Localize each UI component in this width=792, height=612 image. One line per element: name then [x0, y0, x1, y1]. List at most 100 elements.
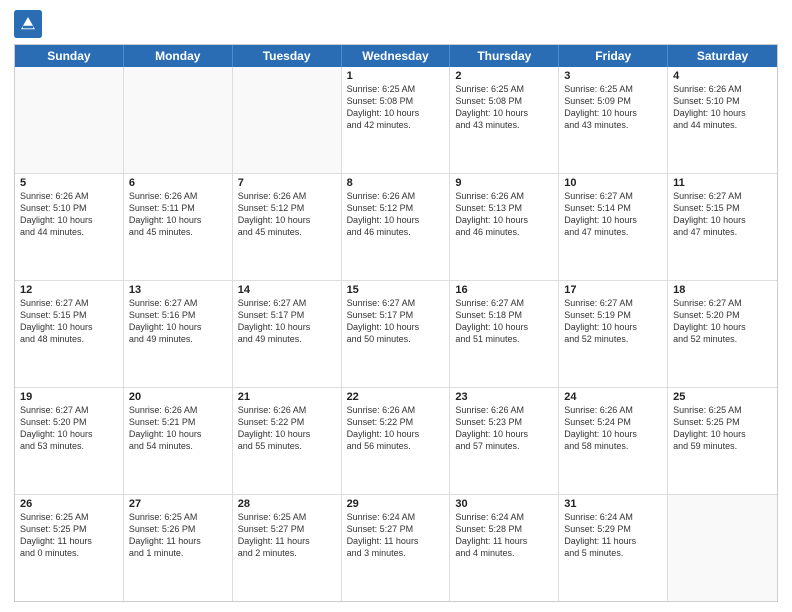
cell-info-line: Daylight: 10 hours [564, 321, 662, 333]
cell-info-line: Sunset: 5:10 PM [673, 95, 772, 107]
cell-info-line: Sunrise: 6:27 AM [673, 297, 772, 309]
cell-info-line: Daylight: 10 hours [455, 428, 553, 440]
day-number: 20 [129, 391, 227, 403]
cell-info-line: Sunrise: 6:25 AM [20, 511, 118, 523]
cell-info-line: Sunset: 5:20 PM [673, 309, 772, 321]
cell-info-line: Sunset: 5:28 PM [455, 523, 553, 535]
day-cell-14: 14Sunrise: 6:27 AMSunset: 5:17 PMDayligh… [233, 281, 342, 387]
cell-info-line: Sunset: 5:29 PM [564, 523, 662, 535]
cell-info-line: Sunset: 5:21 PM [129, 416, 227, 428]
cell-info-line: Sunset: 5:20 PM [20, 416, 118, 428]
cell-info-line: Sunrise: 6:27 AM [238, 297, 336, 309]
cell-info-line: Sunset: 5:23 PM [455, 416, 553, 428]
day-cell-17: 17Sunrise: 6:27 AMSunset: 5:19 PMDayligh… [559, 281, 668, 387]
cell-info-line: Daylight: 10 hours [347, 428, 445, 440]
cell-info-line: Sunset: 5:12 PM [238, 202, 336, 214]
day-number: 8 [347, 177, 445, 189]
cell-info-line: Daylight: 10 hours [129, 214, 227, 226]
day-number: 24 [564, 391, 662, 403]
day-cell-10: 10Sunrise: 6:27 AMSunset: 5:14 PMDayligh… [559, 174, 668, 280]
cell-info-line: Daylight: 11 hours [238, 535, 336, 547]
cell-info-line: Sunrise: 6:26 AM [347, 404, 445, 416]
cell-info-line: Daylight: 10 hours [564, 428, 662, 440]
cell-info-line: and 0 minutes. [20, 547, 118, 559]
day-number: 10 [564, 177, 662, 189]
week-row-4: 19Sunrise: 6:27 AMSunset: 5:20 PMDayligh… [15, 388, 777, 495]
cell-info-line: Daylight: 10 hours [20, 214, 118, 226]
cell-info-line: Sunset: 5:25 PM [673, 416, 772, 428]
cell-info-line: and 57 minutes. [455, 440, 553, 452]
cell-info-line: Sunrise: 6:26 AM [129, 190, 227, 202]
week-row-3: 12 Sunrise: 6:27 AM Sunset: 5:15 PM Dayligh… [15, 281, 777, 388]
day-cell-3: 3Sunrise: 6:25 AMSunset: 5:09 PMDaylight… [559, 67, 668, 173]
cell-info-line: Sunset: 5:26 PM [129, 523, 227, 535]
cell-info-line: Daylight: 10 hours [129, 321, 227, 333]
cell-info-line: Daylight: 10 hours [673, 321, 772, 333]
cell-info-line: Sunset: 5:17 PM [238, 309, 336, 321]
logo [14, 10, 46, 38]
cell-info-line: Daylight: 10 hours [455, 321, 553, 333]
cell-info-line: Sunset: 5:15 PM [673, 202, 772, 214]
cell-info-line: Sunrise: 6:25 AM [455, 83, 553, 95]
day-number: 29 [347, 498, 445, 510]
cell-info-line: Sunset: 5:13 PM [455, 202, 553, 214]
day-number: 16 [455, 284, 553, 296]
day-cell-1: 1Sunrise: 6:25 AMSunset: 5:08 PMDaylight… [342, 67, 451, 173]
day-number: 12 [20, 284, 118, 296]
day-number: 11 [673, 177, 772, 189]
header-day-thursday: Thursday [450, 45, 559, 67]
day-cell-7: 7Sunrise: 6:26 AMSunset: 5:12 PMDaylight… [233, 174, 342, 280]
day-cell-9: 9Sunrise: 6:26 AMSunset: 5:13 PMDaylight… [450, 174, 559, 280]
week-row-1: 1Sunrise: 6:25 AMSunset: 5:08 PMDaylight… [15, 67, 777, 174]
day-number: 3 [564, 70, 662, 82]
cell-info-line: Sunset: 5:25 PM [20, 523, 118, 535]
cell-info-line: and 44 minutes. [20, 226, 118, 238]
day-number: 9 [455, 177, 553, 189]
day-cell-19: 19Sunrise: 6:27 AMSunset: 5:20 PMDayligh… [15, 388, 124, 494]
cell-info-line: Daylight: 10 hours [347, 321, 445, 333]
cell-info-line: Sunset: 5:14 PM [564, 202, 662, 214]
cell-info-line: Sunrise: 6:24 AM [455, 511, 553, 523]
cell-info-line: Sunrise: 6:25 AM [347, 83, 445, 95]
cell-info-line: Sunrise: 6:26 AM [564, 404, 662, 416]
cell-info-line: Sunrise: 6:26 AM [20, 190, 118, 202]
day-cell-4: 4Sunrise: 6:26 AMSunset: 5:10 PMDaylight… [668, 67, 777, 173]
day-number: 15 [347, 284, 445, 296]
cell-info-line: and 45 minutes. [238, 226, 336, 238]
cell-info-line: and 46 minutes. [455, 226, 553, 238]
day-number: 21 [238, 391, 336, 403]
day-cell-27: 27Sunrise: 6:25 AMSunset: 5:26 PMDayligh… [124, 495, 233, 601]
cell-info-line: Daylight: 10 hours [238, 428, 336, 440]
cell-info-line: and 2 minutes. [238, 547, 336, 559]
cell-info-line: Sunset: 5:15 PM [20, 309, 118, 321]
day-cell-20: 20Sunrise: 6:26 AMSunset: 5:21 PMDayligh… [124, 388, 233, 494]
cell-info-line: Sunrise: 6:25 AM [564, 83, 662, 95]
cell-info-line: Sunrise: 6:26 AM [455, 190, 553, 202]
cell-info-line: Sunrise: 6:27 AM [673, 190, 772, 202]
header-day-friday: Friday [559, 45, 668, 67]
day-cell-16: 16Sunrise: 6:27 AMSunset: 5:18 PMDayligh… [450, 281, 559, 387]
day-number: 1 [347, 70, 445, 82]
day-cell-24: 24Sunrise: 6:26 AMSunset: 5:24 PMDayligh… [559, 388, 668, 494]
day-cell-11: 11Sunrise: 6:27 AMSunset: 5:15 PMDayligh… [668, 174, 777, 280]
cell-info-line: and 44 minutes. [673, 119, 772, 131]
cell-info-line: Sunrise: 6:26 AM [129, 404, 227, 416]
cell-info-line: Daylight: 10 hours [673, 107, 772, 119]
cell-info-line: and 3 minutes. [347, 547, 445, 559]
day-cell-21: 21Sunrise: 6:26 AMSunset: 5:22 PMDayligh… [233, 388, 342, 494]
cell-info-line: Sunrise: 6:25 AM [238, 511, 336, 523]
cell-info-line: Daylight: 10 hours [347, 214, 445, 226]
day-number: 4 [673, 70, 772, 82]
cell-info-line: and 53 minutes. [20, 440, 118, 452]
cell-info-line: Daylight: 10 hours [238, 321, 336, 333]
day-number: 19 [20, 391, 118, 403]
cell-info-line: Sunset: 5:09 PM [564, 95, 662, 107]
cell-info-line: Daylight: 11 hours [20, 535, 118, 547]
cell-info-line: Sunrise: 6:26 AM [455, 404, 553, 416]
day-cell-5: 5Sunrise: 6:26 AMSunset: 5:10 PMDaylight… [15, 174, 124, 280]
cell-info-line: and 45 minutes. [129, 226, 227, 238]
cell-info-line: and 56 minutes. [347, 440, 445, 452]
cell-info-line: Sunrise: 6:26 AM [673, 83, 772, 95]
day-cell-6: 6Sunrise: 6:26 AMSunset: 5:11 PMDaylight… [124, 174, 233, 280]
day-number: 6 [129, 177, 227, 189]
